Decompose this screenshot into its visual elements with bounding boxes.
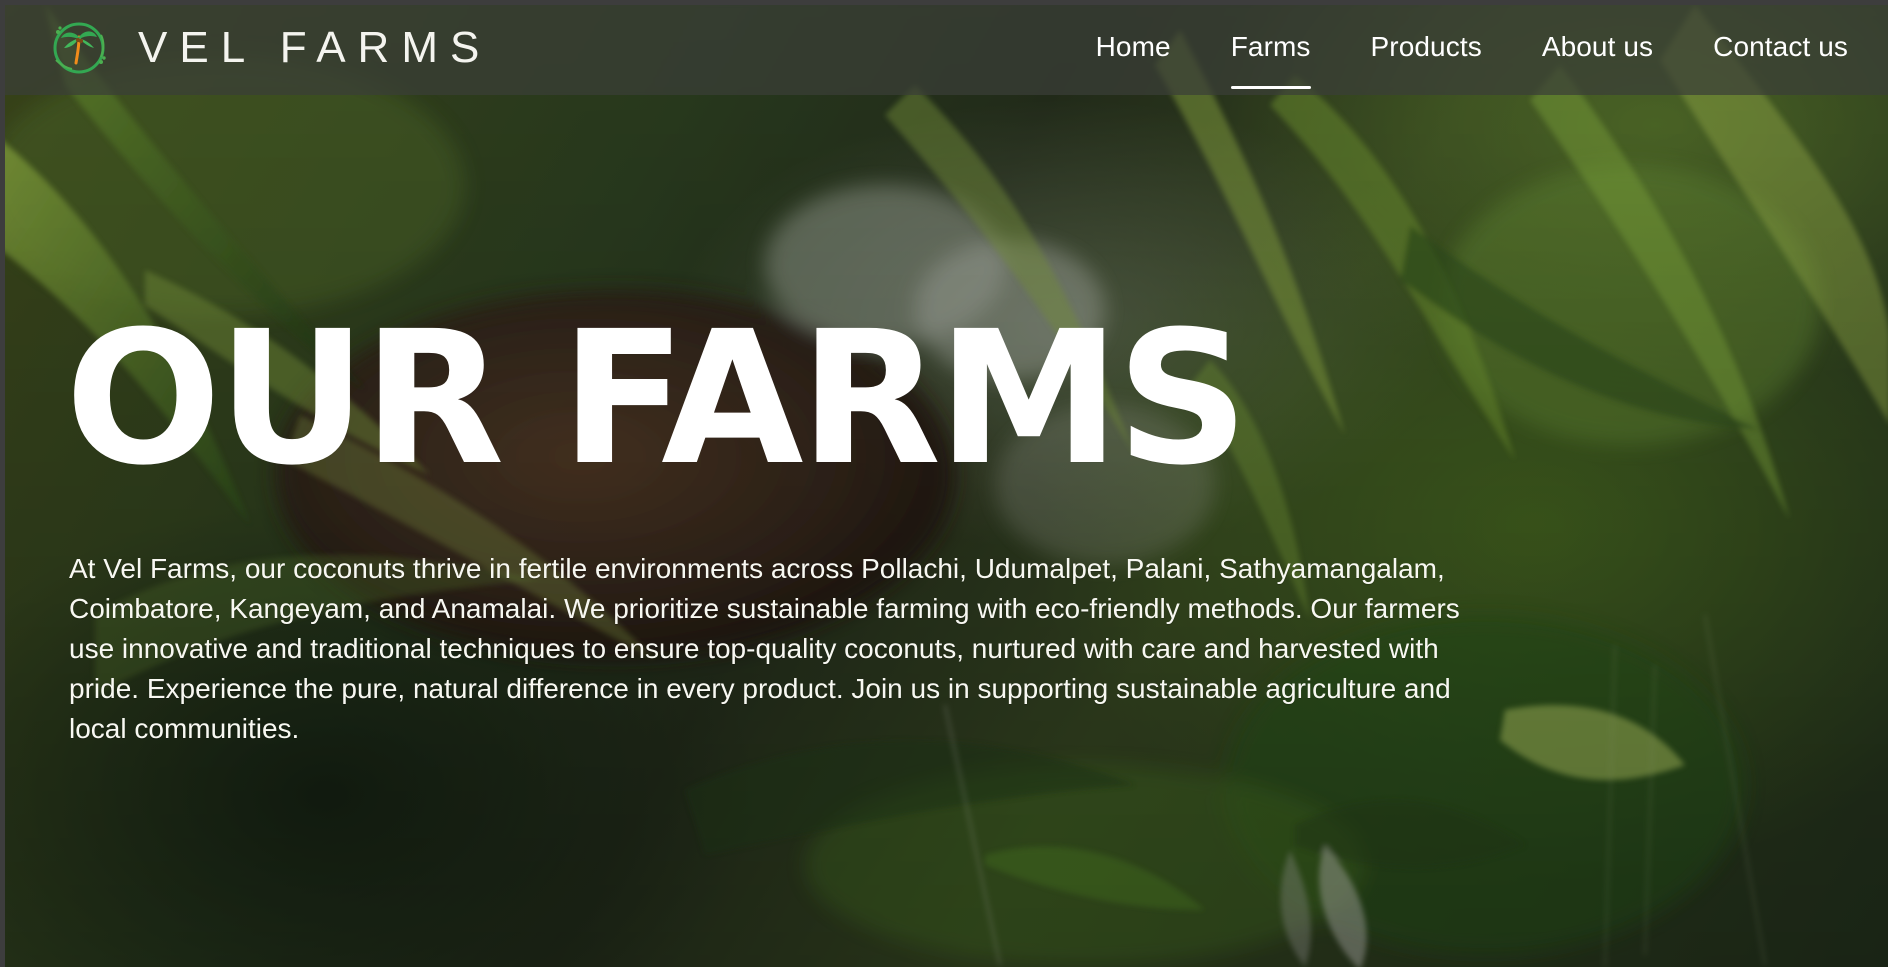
nav-contact-us-link[interactable]: Contact us bbox=[1713, 33, 1848, 75]
hero-description: At Vel Farms, our coconuts thrive in fer… bbox=[69, 553, 1460, 744]
brand-name: VEL FARMS bbox=[138, 23, 492, 72]
nav-home-link[interactable]: Home bbox=[1096, 33, 1171, 75]
top-navigation-bar: VEL FARMS Home Farms Products About us C… bbox=[5, 5, 1888, 95]
palm-tree-logo-icon bbox=[48, 17, 110, 79]
brand-home-link[interactable]: VEL FARMS bbox=[48, 17, 491, 79]
main-navigation: Home Farms Products About us Contact us bbox=[1096, 33, 1848, 89]
hero-title: OUR FARMS bbox=[65, 292, 1249, 506]
nav-farms-link[interactable]: Farms bbox=[1230, 33, 1311, 89]
hero-page: VEL FARMS Home Farms Products About us C… bbox=[0, 0, 1888, 967]
hero-section: OUR FARMS At Vel Farms, our coconuts thr… bbox=[65, 307, 1485, 749]
nav-products-link[interactable]: Products bbox=[1371, 33, 1482, 75]
nav-about-us-link[interactable]: About us bbox=[1542, 33, 1653, 75]
